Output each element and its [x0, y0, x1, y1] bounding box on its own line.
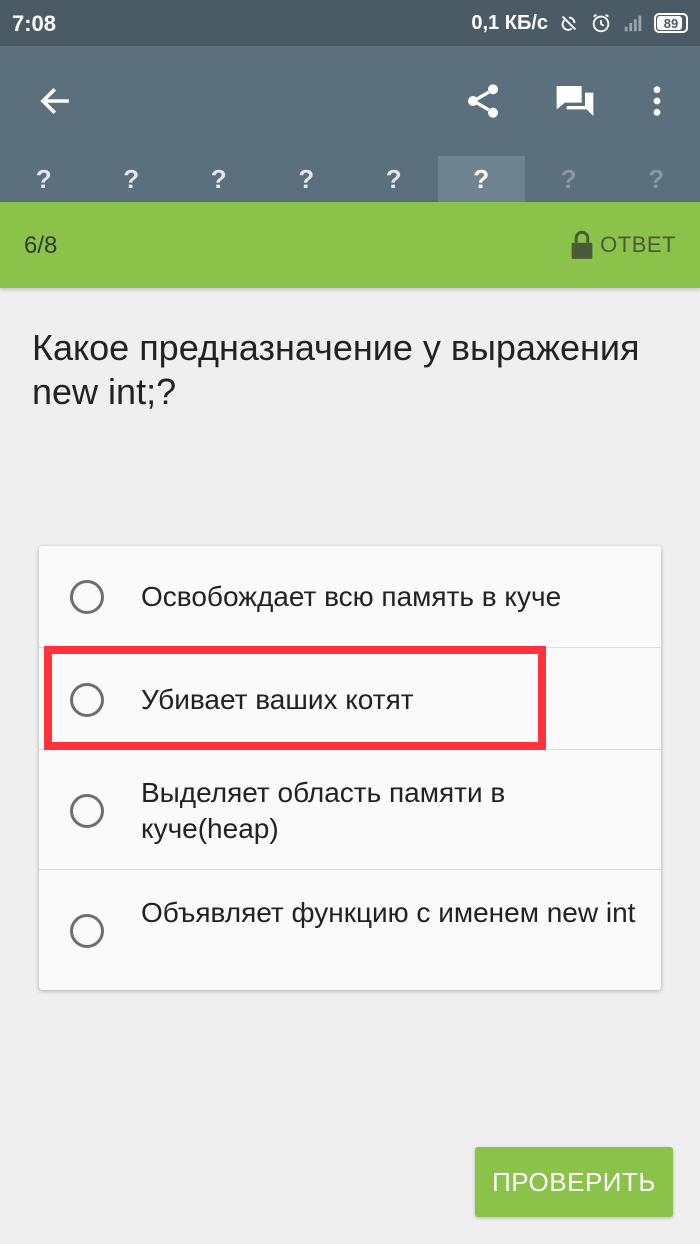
check-button[interactable]: ПРОВЕРИТЬ	[475, 1147, 673, 1217]
question-tab-8[interactable]: ?	[613, 156, 700, 202]
status-time: 7:08	[12, 11, 57, 36]
lock-icon	[571, 230, 593, 259]
show-answer-button[interactable]: ОТВЕТ	[570, 230, 676, 260]
highlight-box	[44, 646, 546, 750]
answer-option-1[interactable]: Освобождает всю память в куче	[39, 546, 661, 648]
question-text: Какое предназначение у выражения new int…	[32, 327, 640, 412]
question-counter: 6/8	[24, 232, 58, 259]
question-tab-2[interactable]: ?	[88, 156, 176, 202]
question-tabs: ? ? ? ? ? ? ? ?	[0, 156, 700, 202]
radio-button[interactable]	[70, 914, 104, 948]
status-bar: 7:08 0,1 КБ/с 89	[0, 0, 700, 46]
option-text: Освобождает всю память в куче	[141, 581, 562, 612]
arrow-back-icon	[40, 87, 69, 115]
answer-option-4[interactable]: Объявляет функцию с именем new int	[39, 870, 661, 990]
comments-icon	[556, 86, 594, 116]
option-text: Объявляет функцию с именем new int	[141, 897, 636, 928]
alarm-clock-icon	[592, 13, 610, 33]
app-toolbar	[0, 46, 700, 156]
battery-level: 89	[663, 15, 679, 31]
share-icon	[468, 84, 498, 118]
radio-button[interactable]	[70, 580, 104, 614]
question-tab-1[interactable]: ?	[0, 156, 88, 202]
question-tab-4[interactable]: ?	[263, 156, 351, 202]
battery-icon: 89	[654, 13, 688, 33]
alarm-off-icon	[561, 15, 577, 31]
more-options-button[interactable]	[632, 76, 682, 126]
answer-option-3[interactable]: Выделяет область памяти в куче(heap)	[39, 750, 661, 870]
question-tab-6[interactable]: ?	[437, 156, 525, 202]
radio-button[interactable]	[70, 794, 104, 828]
question-tab-3[interactable]: ?	[175, 156, 263, 202]
back-button[interactable]	[30, 76, 80, 126]
network-speed: 0,1 КБ/с	[471, 11, 548, 34]
answer-options-card: Освобождает всю память в куче Убивает ва…	[39, 546, 661, 990]
quiz-header-bar: 6/8 ОТВЕТ	[0, 202, 700, 288]
more-vert-icon	[653, 86, 661, 116]
share-button[interactable]	[458, 76, 508, 126]
answer-label: ОТВЕТ	[600, 232, 676, 257]
option-text: Выделяет область памяти в куче(heap)	[141, 777, 506, 844]
comments-button[interactable]	[550, 76, 600, 126]
question-tab-7[interactable]: ?	[525, 156, 613, 202]
signal-icon	[624, 15, 642, 32]
question-tab-5[interactable]: ?	[350, 156, 438, 202]
